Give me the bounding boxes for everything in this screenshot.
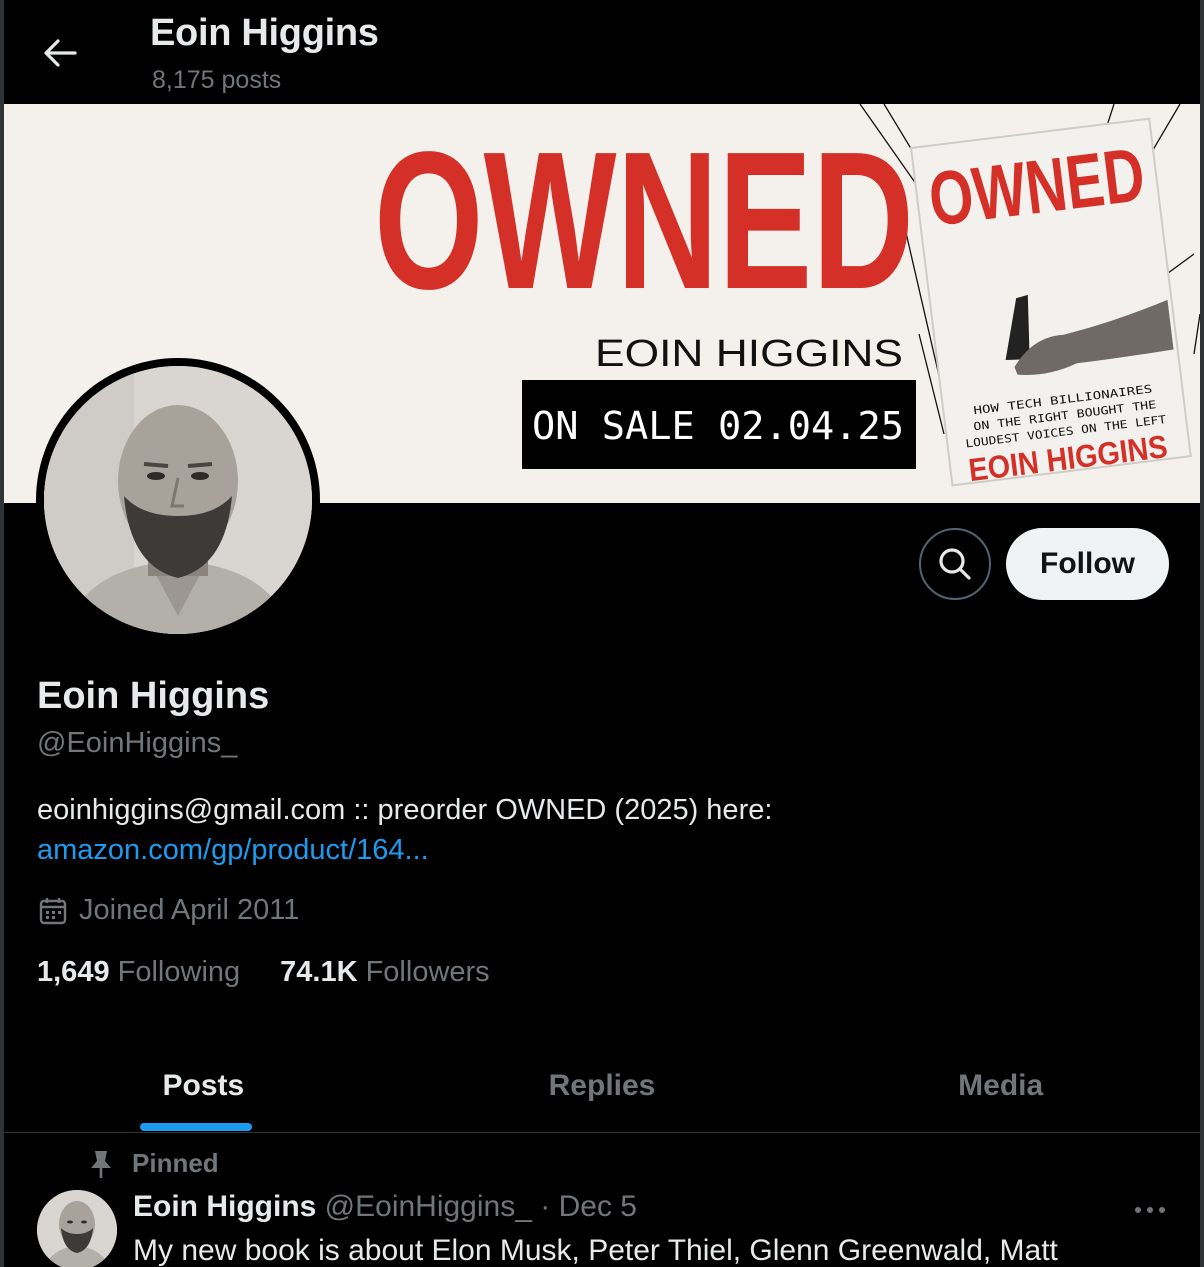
post-author-name[interactable]: Eoin Higgins [133,1190,316,1223]
post-author-handle[interactable]: @EoinHiggins_ [325,1190,532,1223]
pinned-label: Pinned [132,1148,219,1178]
active-tab-indicator [140,1123,252,1131]
header-post-count: 8,175 posts [152,66,282,94]
banner-sale: ON SALE 02.04.25 [532,404,904,448]
header-title: Eoin Higgins [150,12,379,54]
profile-bio: eoinhiggins@gmail.com :: preorder OWNED … [37,790,1157,870]
tab-media[interactable]: Media [801,1040,1200,1132]
post-header: Eoin Higgins @EoinHiggins_ · Dec 5 [133,1190,637,1224]
joined-text: Joined April 2011 [79,894,300,926]
tab-posts[interactable]: Posts [4,1040,403,1132]
post-date[interactable]: Dec 5 [559,1190,637,1223]
banner-author: EOIN HIGGINS [595,333,903,375]
profile-handle: @EoinHiggins_ [37,727,238,759]
follow-stats: 1,649 Following 74.1K Followers [37,956,490,989]
calendar-icon [39,897,67,924]
following-link[interactable]: 1,649 Following [37,956,240,989]
profile-avatar[interactable] [36,358,320,642]
followers-link[interactable]: 74.1K Followers [280,956,490,989]
post-separator: · [540,1190,551,1223]
arrow-left-icon [44,39,77,67]
bio-link[interactable]: amazon.com/gp/product/164... [37,830,1157,870]
search-button[interactable] [919,528,991,600]
profile-tabs: Posts Replies Media [4,1040,1200,1133]
following-label: Following [117,956,241,988]
banner-headline: OWNED [374,111,914,330]
post-avatar[interactable] [37,1190,117,1267]
follow-button[interactable]: Follow [1006,528,1169,600]
back-button[interactable] [38,33,82,73]
tab-replies[interactable]: Replies [403,1040,802,1132]
followers-label: Followers [365,956,490,988]
post-more-button[interactable] [1130,1195,1170,1225]
pinned-indicator: Pinned [88,1148,219,1179]
avatar [44,366,312,634]
more-horizontal-icon [1135,1207,1165,1213]
profile-display-name: Eoin Higgins [37,675,270,717]
following-count: 1,649 [37,956,110,988]
pin-icon [91,1150,111,1178]
joined-date: Joined April 2011 [37,894,299,927]
search-icon [939,548,971,580]
top-bar: Eoin Higgins 8,175 posts [4,0,1200,104]
bio-text: eoinhiggins@gmail.com :: preorder OWNED … [37,794,773,826]
post-text: My new book is about Elon Musk, Peter Th… [133,1234,1058,1267]
followers-count: 74.1K [280,956,358,988]
